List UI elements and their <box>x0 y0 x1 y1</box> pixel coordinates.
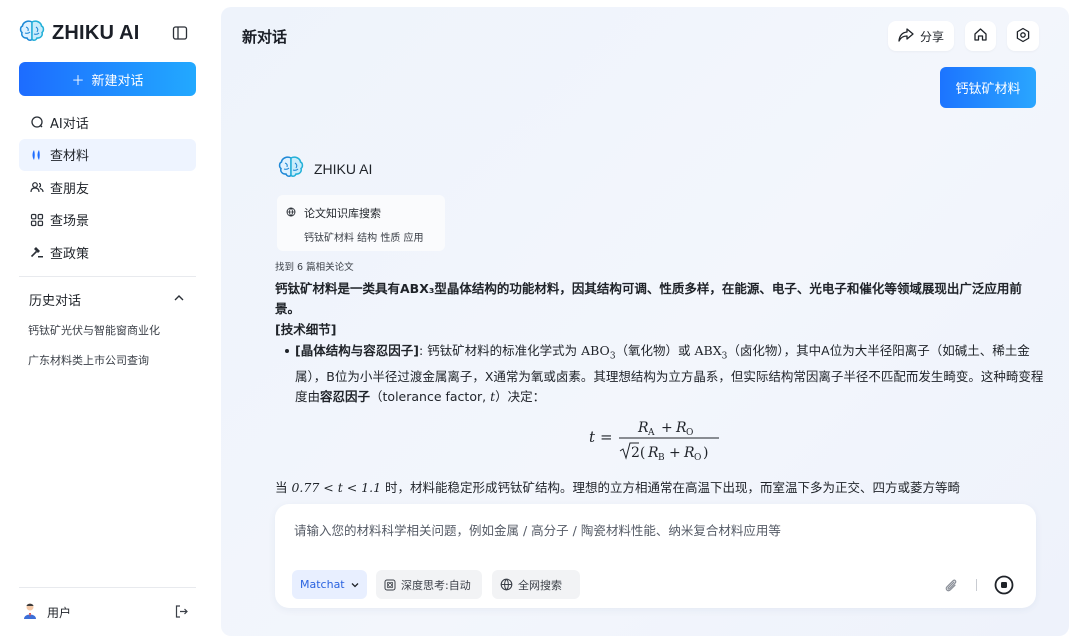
after-text: 时，材料能稳定形成钙钛矿结构。理想的立方相通常在高温下出现，而室温下多为正交、四… <box>381 480 961 495</box>
sidebar: ZHIKU AI ＋ 新建对话 AI对话 查材料 查朋友 查场景 查政策 历史对… <box>0 0 214 643</box>
chevron-down-icon <box>350 580 360 590</box>
history-item[interactable]: 广东材料类上市公司查询 <box>28 351 160 381</box>
tolerance-term: 容忍因子 <box>320 388 371 404</box>
chevron-up-icon[interactable] <box>173 292 185 308</box>
globe-icon <box>286 207 296 220</box>
chat-icon <box>30 115 44 129</box>
bullet-text: : 钙钛矿材料的标准化学式为 <box>418 343 582 358</box>
found-count: 找到 6 篇相关论文 <box>275 262 354 273</box>
sidebar-nav: AI对话 查材料 查朋友 查场景 查政策 <box>19 106 196 269</box>
user-message-bubble: 钙钛矿材料 <box>940 67 1036 108</box>
brain-logo-icon <box>278 155 304 183</box>
send-button[interactable] <box>993 574 1015 600</box>
brain-logo-icon <box>19 19 45 47</box>
gear-icon <box>1015 27 1031 46</box>
brand[interactable]: ZHIKU AI <box>19 20 140 46</box>
web-search-label: 全网搜索 <box>518 578 562 592</box>
ai-answer: 钙钛矿材料是一类具有ABX₃型晶体结构的功能材料，因其结构可调、性质多样，在能源… <box>275 279 1045 407</box>
sidebar-toggle-icon[interactable] <box>172 25 190 43</box>
formula-abx3: ABX <box>694 343 722 358</box>
page-title: 新对话 <box>242 28 288 46</box>
model-select[interactable]: Matchat <box>292 570 367 599</box>
share-button[interactable]: 分享 <box>888 21 954 51</box>
sidebar-item-label: AI对话 <box>50 116 89 132</box>
chat-input-placeholder[interactable]: 请输入您的材料科学相关问题，例如金属 / 高分子 / 陶瓷材料性能、纳米复合材料… <box>294 520 781 539</box>
people-icon <box>30 180 44 194</box>
divider <box>976 579 977 591</box>
svg-text:=: = <box>600 428 613 446</box>
history-header[interactable]: 历史对话 <box>29 290 185 309</box>
sidebar-item-policy[interactable]: 查政策 <box>19 236 196 268</box>
svg-text:+: + <box>661 420 673 436</box>
materials-icon <box>30 148 44 162</box>
range-math: 0.77 < t < 1.1 <box>291 480 382 495</box>
answer-continuation: 当 0.77 < t < 1.1 时，材料能稳定形成钙钛矿结构。理想的立方相通常… <box>275 477 1045 496</box>
svg-text:B: B <box>658 453 665 463</box>
after-prefix: 当 <box>275 480 292 495</box>
brand-name: ZHIKU AI <box>52 21 140 44</box>
chat-panel: 新对话 分享 钙钛矿材料 ZHIKU AI 论文知识库搜索 钙钛矿材料 结构 性… <box>221 7 1069 636</box>
plus-icon: ＋ <box>71 73 85 89</box>
sidebar-item-scenes[interactable]: 查场景 <box>19 204 196 236</box>
history-item[interactable]: 钙钛矿光伏与智能窗商业化 <box>28 321 160 351</box>
sidebar-item-label: 查材料 <box>50 149 90 164</box>
sidebar-item-label: 查政策 <box>50 246 90 262</box>
bullet-text: （tolerance factor, <box>370 388 491 404</box>
sidebar-item-label: 查场景 <box>50 214 90 229</box>
user-name: 用户 <box>47 606 72 620</box>
divider <box>19 276 196 277</box>
settings-button[interactable] <box>1007 21 1039 51</box>
section-heading: [技术细节] <box>275 322 337 337</box>
svg-text:+: + <box>669 445 681 461</box>
new-chat-label: 新建对话 <box>91 73 144 89</box>
home-button[interactable] <box>965 21 996 51</box>
bullet-label: [晶体结构与容忍因子] <box>295 343 419 358</box>
chat-input-box[interactable]: 请输入您的材料科学相关问题，例如金属 / 高分子 / 陶瓷材料性能、纳米复合材料… <box>275 504 1036 608</box>
user-profile[interactable]: 用户 <box>22 602 192 623</box>
knowledge-search-card[interactable]: 论文知识库搜索 钙钛矿材料 结构 性质 应用 <box>277 195 445 251</box>
svg-text:t: t <box>589 428 596 446</box>
svg-text:A: A <box>647 428 655 438</box>
kb-title-row: 论文知识库搜索 <box>286 205 445 221</box>
paperclip-icon[interactable] <box>943 577 959 597</box>
share-label: 分享 <box>919 29 944 44</box>
sidebar-item-ai-chat[interactable]: AI对话 <box>19 106 196 138</box>
svg-text:2(: 2( <box>631 445 645 461</box>
divider <box>19 587 196 588</box>
atom-icon <box>384 579 396 591</box>
svg-text:O: O <box>686 428 693 438</box>
avatar <box>22 602 38 623</box>
home-icon <box>973 27 988 45</box>
ai-name: ZHIKU AI <box>314 161 373 177</box>
gavel-icon <box>30 245 44 259</box>
model-label: Matchat <box>300 578 345 591</box>
sidebar-item-label: 查朋友 <box>50 181 90 197</box>
formula-abo3: ABO <box>581 343 610 358</box>
deep-think-label: 深度思考:自动 <box>401 578 471 592</box>
kb-title: 论文知识库搜索 <box>304 207 381 220</box>
grid-icon <box>30 213 44 227</box>
kb-query: 钙钛矿材料 结构 性质 应用 <box>304 233 424 244</box>
list-item: [晶体结构与容忍因子]: 钙钛矿材料的标准化学式为 ABO3（氧化物）或 ABX… <box>275 341 1045 407</box>
deep-think-toggle[interactable]: 深度思考:自动 <box>376 570 482 599</box>
svg-text:): ) <box>703 445 708 461</box>
svg-text:O: O <box>694 453 701 463</box>
web-search-toggle[interactable]: 全网搜索 <box>492 570 580 599</box>
history-title: 历史对话 <box>29 294 82 309</box>
ai-message-header: ZHIKU AI <box>278 155 372 183</box>
sidebar-item-friends[interactable]: 查朋友 <box>19 171 196 203</box>
answer-lead: 钙钛矿材料是一类具有ABX₃型晶体结构的功能材料，因其结构可调、性质多样，在能源… <box>275 281 1022 316</box>
bullet-text: ）决定： <box>495 388 546 404</box>
tolerance-formula: t = R A + R O 2( R B + R O ) <box>589 412 729 464</box>
history-list: 钙钛矿光伏与智能窗商业化 广东材料类上市公司查询 <box>28 321 160 381</box>
share-icon <box>898 27 914 45</box>
new-chat-button[interactable]: ＋ 新建对话 <box>19 62 196 96</box>
logout-icon[interactable] <box>174 604 189 619</box>
sidebar-item-materials[interactable]: 查材料 <box>19 138 196 171</box>
bullet-text: （氧化物）或 <box>615 343 695 358</box>
globe-icon <box>500 578 513 591</box>
